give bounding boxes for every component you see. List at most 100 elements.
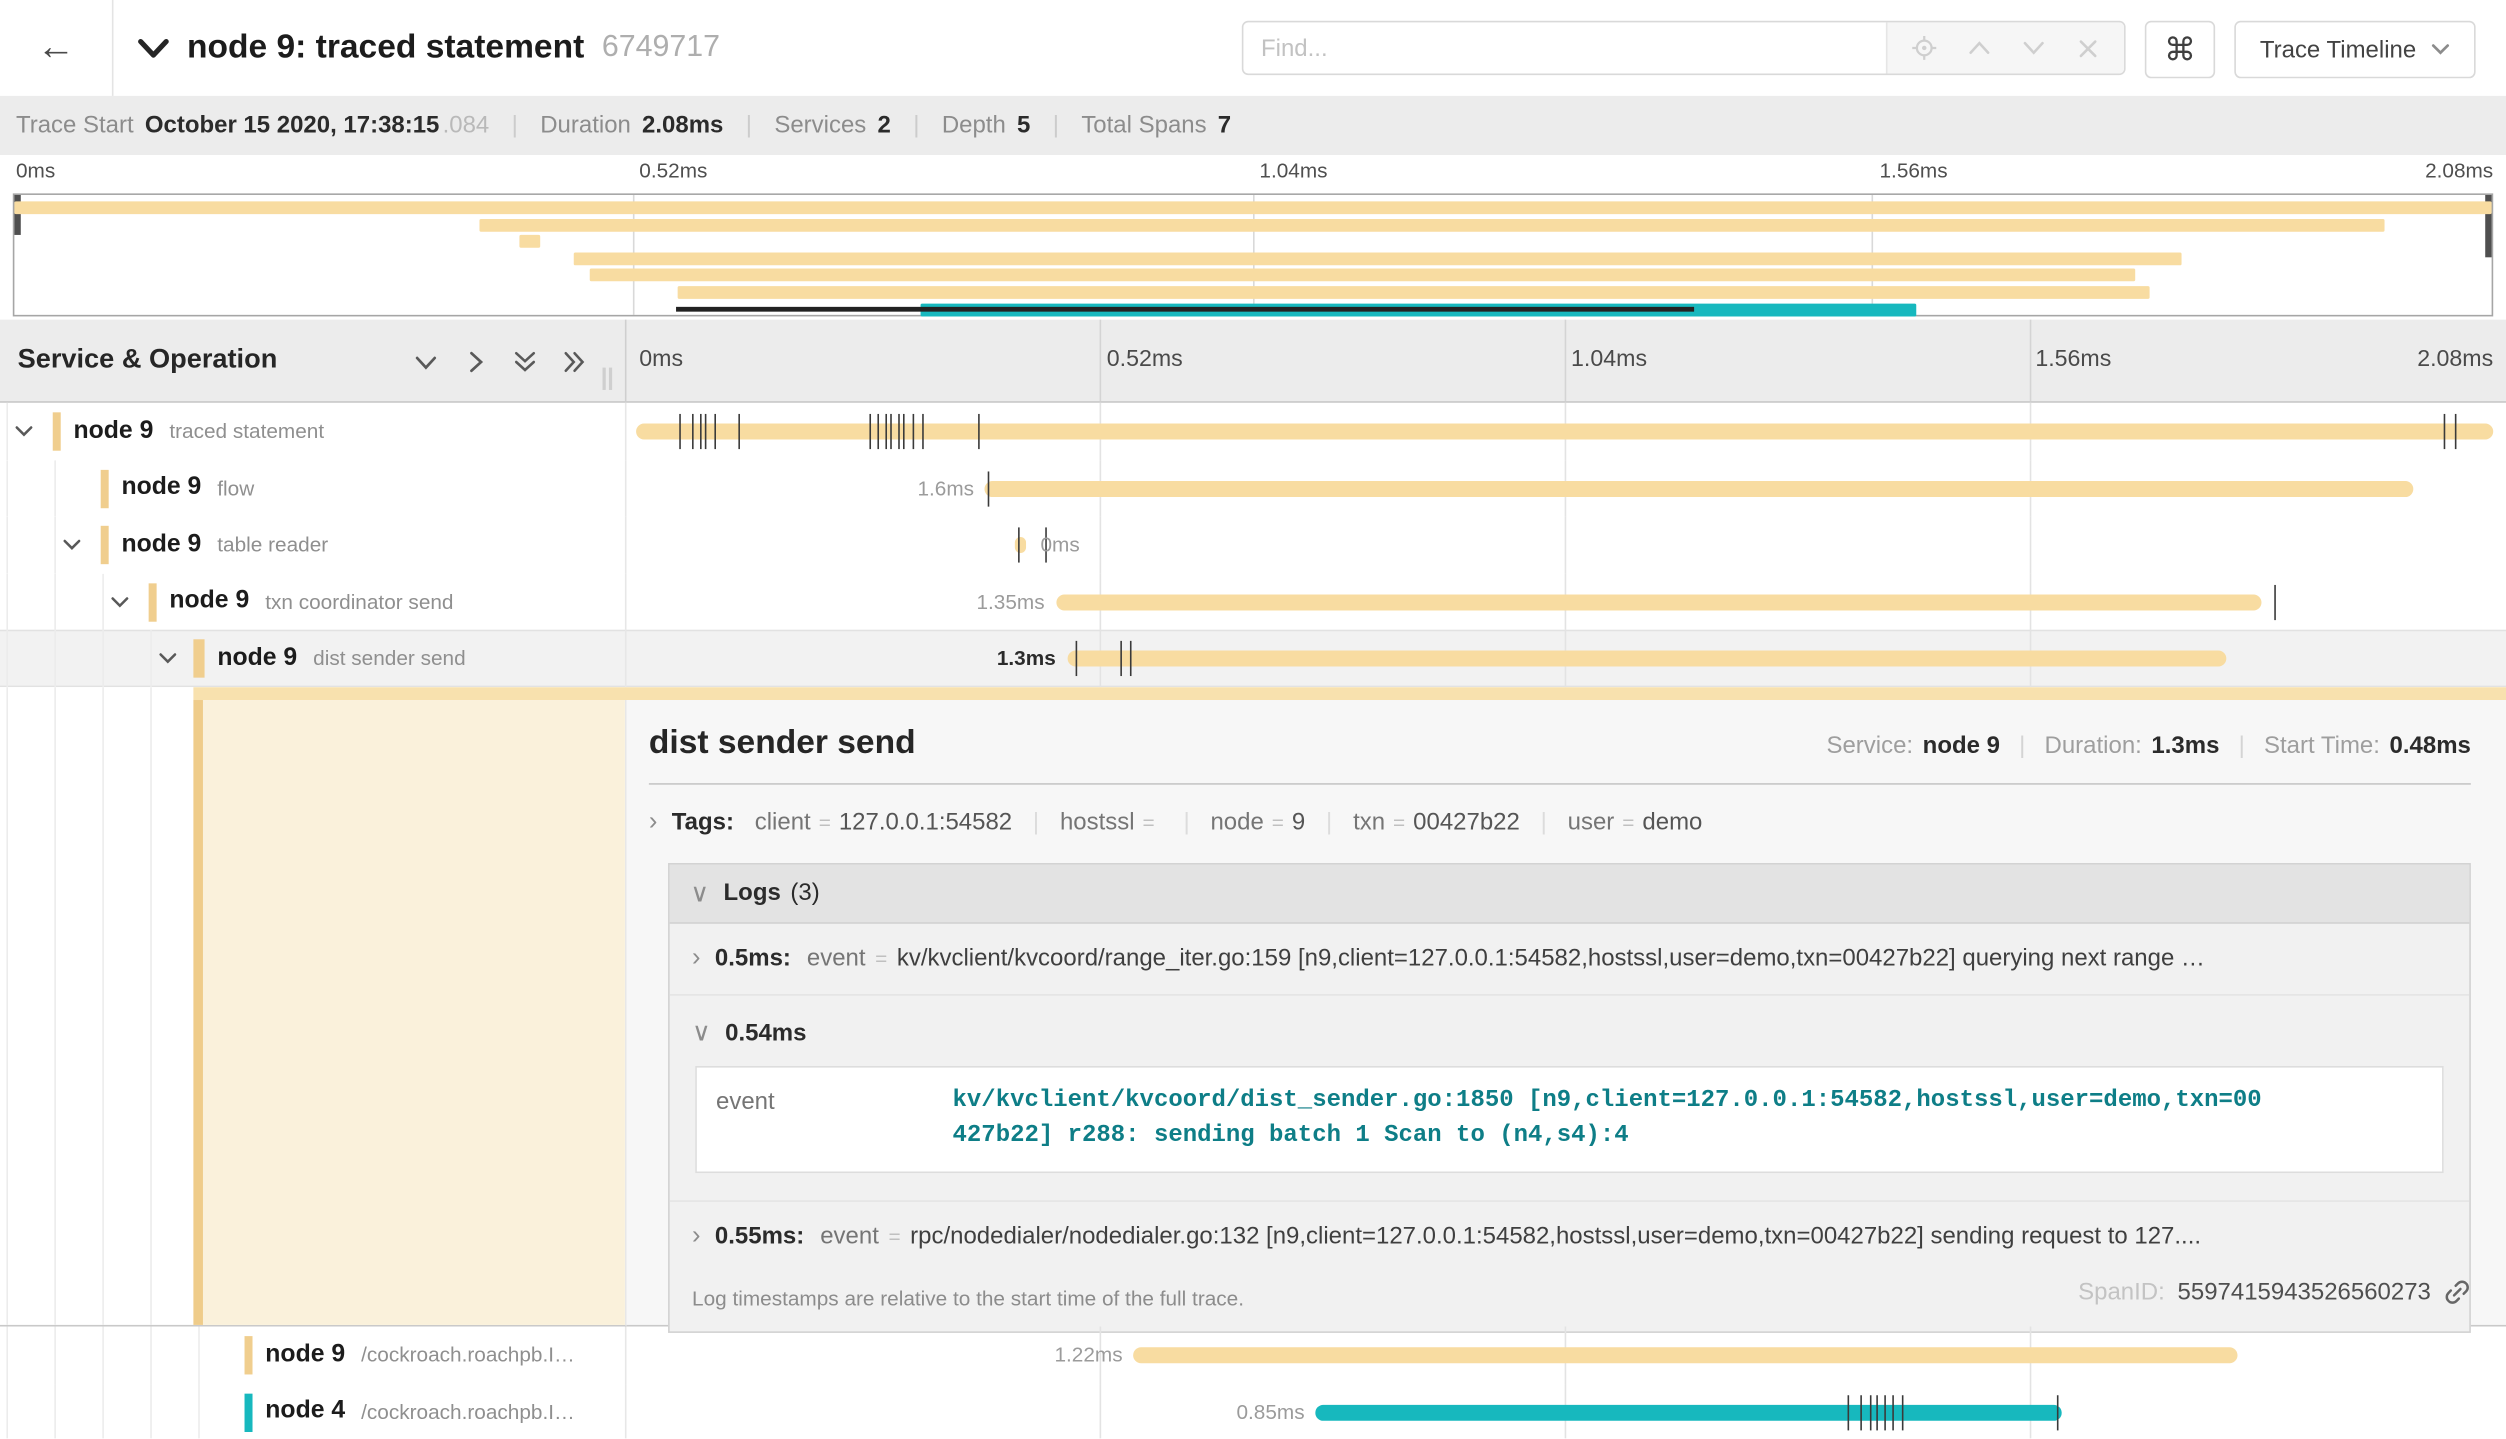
span-row[interactable]: node 9table reader0ms: [0, 516, 2506, 573]
log-marker-tick: [870, 414, 872, 449]
tag-key: user: [1568, 809, 1615, 836]
span-row[interactable]: node 9txn coordinator send1.35ms: [0, 573, 2506, 630]
log-field-value-monospace: kv/kvclient/kvcoord/dist_sender.go:1850 …: [953, 1083, 2267, 1155]
clear-search-icon[interactable]: [2070, 30, 2105, 65]
back-button[interactable]: ←: [0, 0, 113, 96]
span-duration-bar[interactable]: [1067, 650, 2226, 666]
span-duration-bar[interactable]: [1056, 594, 2261, 610]
find-input[interactable]: [1243, 22, 1885, 73]
span-detail-meta: Service:node 9|Duration:1.3ms|Start Time…: [1826, 731, 2470, 758]
meta-separator: |: [2239, 731, 2245, 758]
span-service-name: node 9: [121, 473, 201, 502]
span-collapse-chevron-icon[interactable]: [110, 595, 129, 608]
summary-item: Trace StartOctober 15 2020, 17:38:15.084: [16, 112, 489, 139]
collapse-controls: [412, 350, 588, 374]
span-duration-bar[interactable]: [985, 480, 2413, 496]
span-track: 1.6ms: [636, 459, 2493, 516]
tick-label: 1.04ms: [1259, 158, 1327, 182]
minimap-canvas[interactable]: [13, 193, 2493, 316]
keyboard-shortcuts-button[interactable]: ⌘: [2145, 21, 2215, 79]
prev-match-icon[interactable]: [1961, 30, 1996, 65]
collapse-one-icon[interactable]: [412, 350, 439, 374]
log-field-key: event: [807, 944, 866, 971]
span-operation-name: flow: [217, 476, 254, 500]
logs-header[interactable]: ∨ Logs (3): [670, 864, 2470, 923]
span-timeline-cell: 1.6ms: [626, 459, 2505, 516]
log-entry-line: ∨0.54ms: [692, 1016, 2447, 1048]
log-entry-line: ›0.5ms:event=kv/kvclient/kvcoord/range_i…: [692, 944, 2447, 973]
tick-label: 0.52ms: [639, 158, 707, 182]
tag-value: 00427b22: [1413, 809, 1520, 836]
minimap-range-bar[interactable]: [676, 307, 1694, 312]
summary-label: Duration: [540, 112, 631, 139]
tree-guide-line: [102, 630, 104, 687]
log-entry[interactable]: ∨0.54ms eventkv/kvclient/kvcoord/dist_sen…: [670, 995, 2470, 1201]
span-color-accent: [193, 639, 204, 677]
span-row[interactable]: node 9traced statement: [0, 403, 2506, 460]
span-name-cell: node 9/cockroach.roachpb.I…: [0, 1327, 626, 1384]
equals-sign: =: [819, 810, 831, 834]
tree-guide-line: [54, 459, 56, 516]
expand-all-icon[interactable]: [561, 350, 588, 374]
find-tools: [1886, 22, 2124, 73]
accent-strip-bar: [193, 686, 2506, 699]
log-entry[interactable]: ›0.55ms:event=rpc/nodedialer/nodedialer.…: [670, 1201, 2470, 1271]
span-track: 1.3ms: [636, 630, 2493, 687]
span-row[interactable]: node 4/cockroach.roachpb.I…0.85ms: [0, 1383, 2506, 1438]
collapse-all-icon[interactable]: [511, 350, 538, 374]
summary-separator: |: [913, 112, 919, 139]
log-field-key: event: [716, 1083, 953, 1155]
next-match-icon[interactable]: [2015, 30, 2050, 65]
span-duration-bar[interactable]: [636, 424, 2493, 440]
span-collapse-chevron-icon[interactable]: [14, 425, 33, 438]
summary-label: Depth: [942, 112, 1006, 139]
deep-link-icon[interactable]: [2444, 1279, 2471, 1306]
span-timeline-cell: 0ms: [626, 516, 2505, 573]
tree-guide-line: [6, 516, 8, 573]
command-icon: ⌘: [2164, 30, 2196, 70]
equals-sign: =: [1393, 810, 1405, 834]
expand-one-icon[interactable]: [462, 350, 489, 374]
tree-guide-line: [102, 573, 104, 630]
collapse-trace-chevron-icon[interactable]: [137, 38, 169, 59]
span-duration-bar[interactable]: [1134, 1347, 2237, 1363]
column-resizer-handle[interactable]: [603, 368, 613, 390]
tag-separator: |: [1183, 809, 1189, 836]
summary-label: Services: [774, 112, 866, 139]
tree-guide-line: [198, 1327, 200, 1384]
tags-row[interactable]: › Tags: client=127.0.0.1:54582|hostssl=|…: [649, 808, 2471, 837]
span-id-label: SpanID:: [2078, 1279, 2165, 1306]
span-name-cell: node 9traced statement: [0, 403, 626, 460]
span-row[interactable]: node 9 flow 1.6ms: [0, 459, 2506, 516]
span-row[interactable]: node 9dist sender send1.3ms: [0, 630, 2506, 687]
chevron-down-icon: [2431, 43, 2450, 56]
log-entry[interactable]: ›0.5ms:event=kv/kvclient/kvcoord/range_i…: [670, 923, 2470, 995]
span-duration-bar[interactable]: [1316, 1404, 2063, 1420]
log-marker-tick: [1877, 1394, 1879, 1429]
tick-label: 1.56ms: [1879, 158, 1947, 182]
span-timeline-cell: 1.3ms: [626, 630, 2505, 687]
logs-count: (3): [790, 879, 819, 906]
tree-guide-line: [150, 630, 152, 687]
span-collapse-chevron-icon[interactable]: [62, 539, 81, 552]
locate-icon[interactable]: [1907, 30, 1942, 65]
tree-guide-line: [54, 630, 56, 687]
span-row[interactable]: node 9/cockroach.roachpb.I…1.22ms: [0, 1327, 2506, 1384]
minimap-span-bar-row: [14, 269, 2491, 282]
minimap-tick-labels: 0ms0.52ms1.04ms1.56ms2.08ms: [13, 158, 2493, 187]
log-marker-tick: [2057, 1394, 2059, 1429]
span-service-name: node 9: [169, 587, 249, 616]
span-operation-name: /cockroach.roachpb.I…: [361, 1400, 575, 1424]
tree-guide-line: [54, 573, 56, 630]
tick-label: 0ms: [16, 158, 55, 182]
span-collapse-chevron-icon[interactable]: [158, 652, 177, 665]
log-marker-tick: [738, 414, 740, 449]
span-color-accent: [245, 1336, 253, 1374]
logs-title: Logs: [724, 879, 781, 906]
log-field-value: rpc/nodedialer/nodedialer.go:132 [n9,cli…: [910, 1222, 2201, 1249]
log-marker-tick: [978, 414, 980, 449]
tag-key: hostssl: [1060, 809, 1135, 836]
view-selector-button[interactable]: Trace Timeline: [2234, 21, 2475, 79]
meta-separator: |: [2019, 731, 2025, 758]
span-duration-bar[interactable]: [1015, 537, 1026, 553]
